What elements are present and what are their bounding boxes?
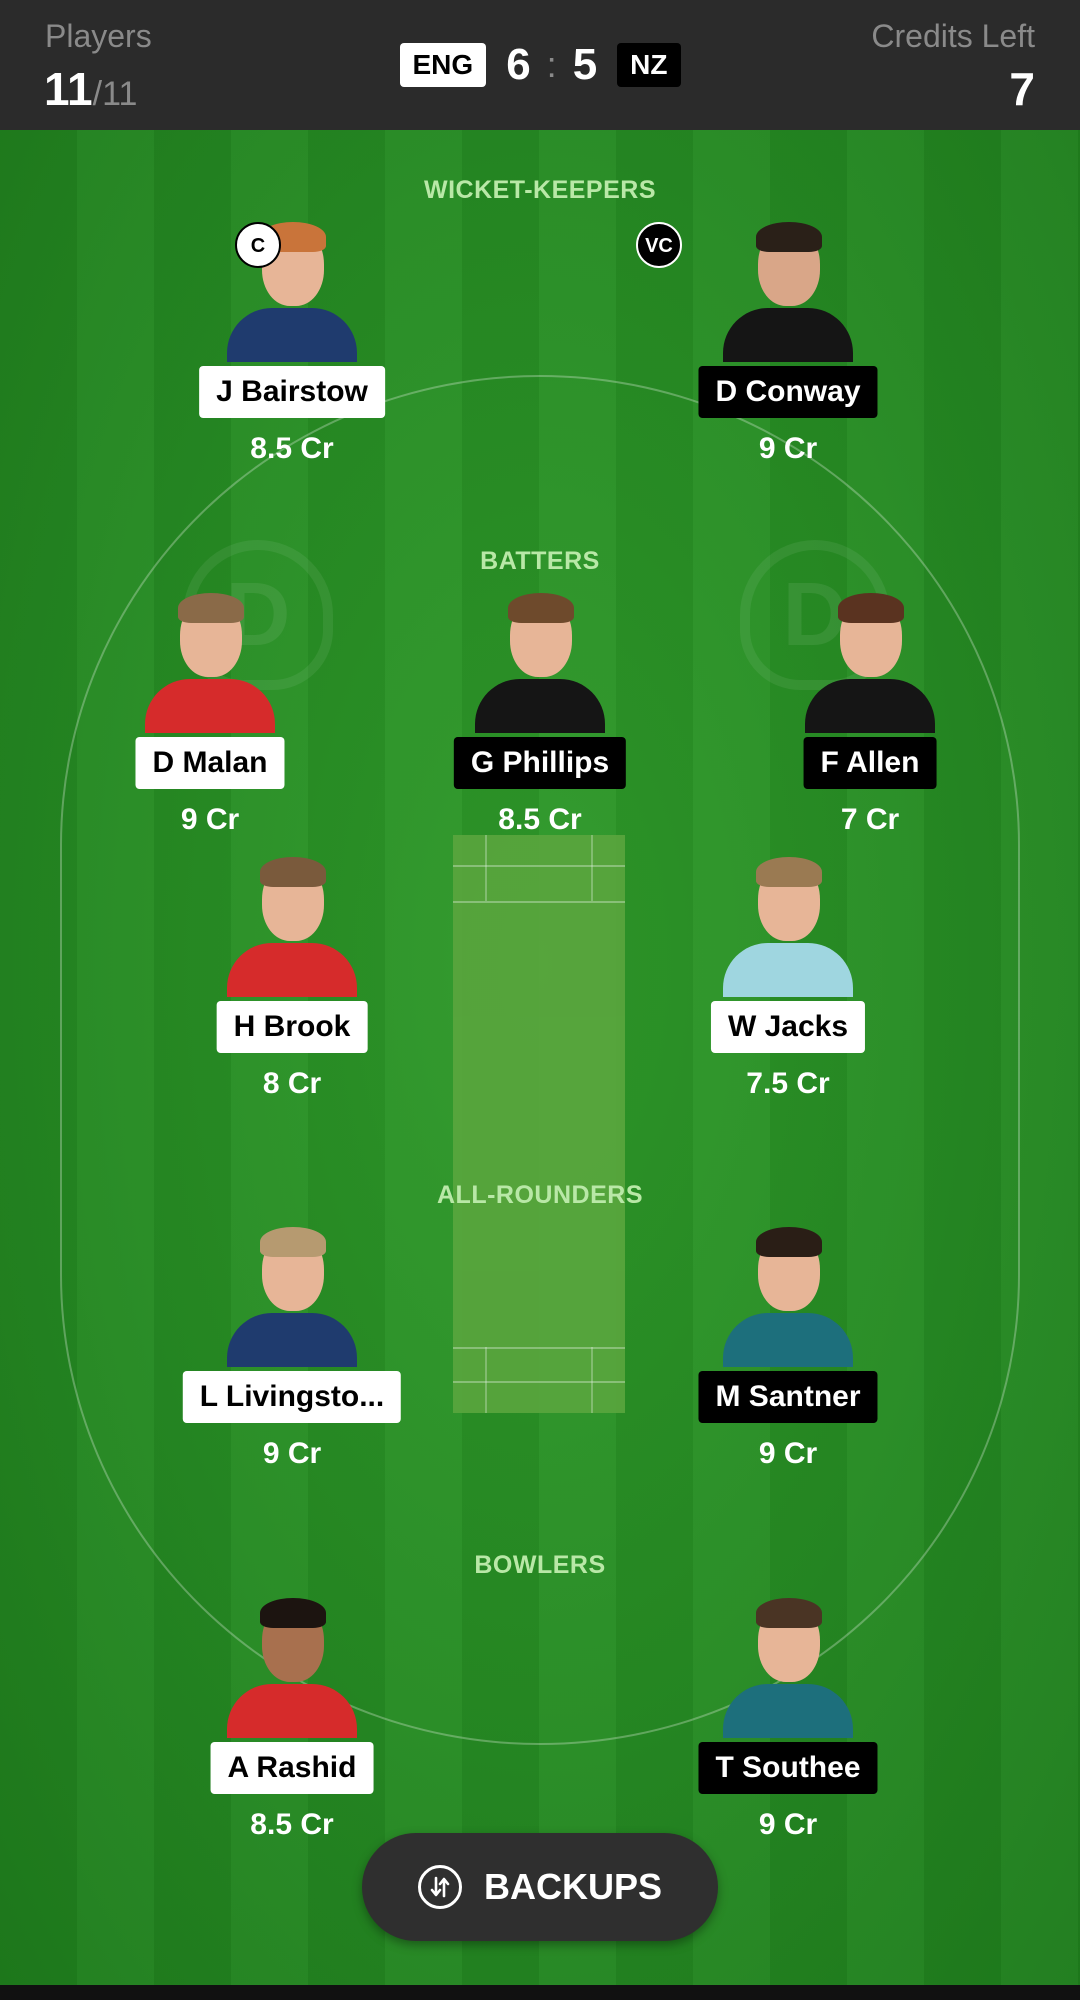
player-credits: 9 Cr bbox=[758, 1437, 818, 1470]
player-card-livingstone[interactable]: L Livingsto... 9 Cr bbox=[172, 1227, 412, 1470]
team2-badge: NZ bbox=[617, 43, 681, 87]
section-wicket-keepers: WICKET-KEEPERS bbox=[423, 176, 657, 204]
player-photo-icon bbox=[805, 593, 935, 733]
player-photo-icon bbox=[227, 1598, 357, 1738]
backups-button[interactable]: BACKUPS bbox=[362, 1833, 718, 1941]
player-credits: 7 Cr bbox=[840, 803, 900, 836]
team-summary-header: Players 11/11 ENG 6 : 5 NZ Credits Left … bbox=[0, 0, 1080, 130]
player-photo-icon bbox=[723, 857, 853, 997]
player-name: A Rashid bbox=[210, 1742, 374, 1794]
player-card-malan[interactable]: D Malan 9 Cr bbox=[90, 593, 330, 836]
player-card-allen[interactable]: F Allen 7 Cr bbox=[750, 593, 990, 836]
player-credits: 9 Cr bbox=[180, 803, 240, 836]
player-name: T Southee bbox=[698, 1742, 878, 1794]
player-card-rashid[interactable]: A Rashid 8.5 Cr bbox=[172, 1598, 412, 1841]
team1-count: 6 bbox=[506, 40, 531, 89]
vice-captain-badge: VC bbox=[636, 222, 682, 268]
player-name: H Brook bbox=[216, 1001, 368, 1053]
swap-arrows-icon bbox=[417, 1865, 462, 1909]
player-card-brook[interactable]: H Brook 8 Cr bbox=[172, 857, 412, 1100]
player-credits: 8.5 Cr bbox=[250, 1808, 334, 1841]
section-all-rounders: ALL-ROUNDERS bbox=[437, 1181, 643, 1209]
captain-badge: C bbox=[235, 222, 281, 268]
score-separator: : bbox=[546, 44, 557, 85]
player-photo-icon bbox=[723, 1227, 853, 1367]
player-card-santner[interactable]: M Santner 9 Cr bbox=[668, 1227, 908, 1470]
player-photo-icon bbox=[227, 1227, 357, 1367]
player-credits: 8 Cr bbox=[262, 1067, 322, 1100]
player-name: J Bairstow bbox=[199, 366, 385, 418]
player-photo-icon bbox=[145, 593, 275, 733]
backups-label: BACKUPS bbox=[483, 1866, 662, 1907]
player-card-phillips[interactable]: G Phillips 8.5 Cr bbox=[420, 593, 660, 836]
player-credits: 8.5 Cr bbox=[498, 803, 582, 836]
credits-left-label: Credits Left bbox=[871, 18, 1035, 54]
player-name: W Jacks bbox=[710, 1001, 866, 1053]
player-credits: 9 Cr bbox=[758, 1808, 818, 1841]
cricket-field: D D WICKET-KEEPERS BATTERS ALL-ROUNDERS … bbox=[0, 130, 1080, 1985]
player-card-southee[interactable]: T Southee 9 Cr bbox=[668, 1598, 908, 1841]
team2-count: 5 bbox=[572, 40, 598, 89]
player-photo-icon bbox=[723, 1598, 853, 1738]
player-photo-icon bbox=[723, 222, 853, 362]
player-credits: 8.5 Cr bbox=[250, 432, 334, 465]
player-credits: 9 Cr bbox=[262, 1437, 322, 1470]
player-name: M Santner bbox=[698, 1371, 878, 1423]
player-name: D Malan bbox=[135, 737, 285, 789]
team1-badge: ENG bbox=[399, 43, 487, 87]
player-name: L Livingsto... bbox=[182, 1371, 402, 1423]
player-name: G Phillips bbox=[453, 737, 627, 789]
player-credits: 9 Cr bbox=[758, 432, 818, 465]
player-card-bairstow[interactable]: J Bairstow 8.5 Cr C bbox=[172, 222, 412, 465]
player-card-conway[interactable]: D Conway 9 Cr VC bbox=[636, 222, 908, 465]
player-card-jacks[interactable]: W Jacks 7.5 Cr bbox=[668, 857, 908, 1100]
bottom-bar bbox=[0, 1985, 1080, 2000]
player-credits: 7.5 Cr bbox=[746, 1067, 830, 1100]
player-name: D Conway bbox=[698, 366, 878, 418]
credits-left-value: 7 bbox=[1009, 63, 1035, 115]
player-photo-icon bbox=[475, 593, 605, 733]
pitch bbox=[453, 835, 625, 1413]
section-batters: BATTERS bbox=[480, 547, 600, 575]
player-photo-icon bbox=[227, 857, 357, 997]
player-name: F Allen bbox=[803, 737, 937, 789]
section-bowlers: BOWLERS bbox=[474, 1551, 606, 1579]
